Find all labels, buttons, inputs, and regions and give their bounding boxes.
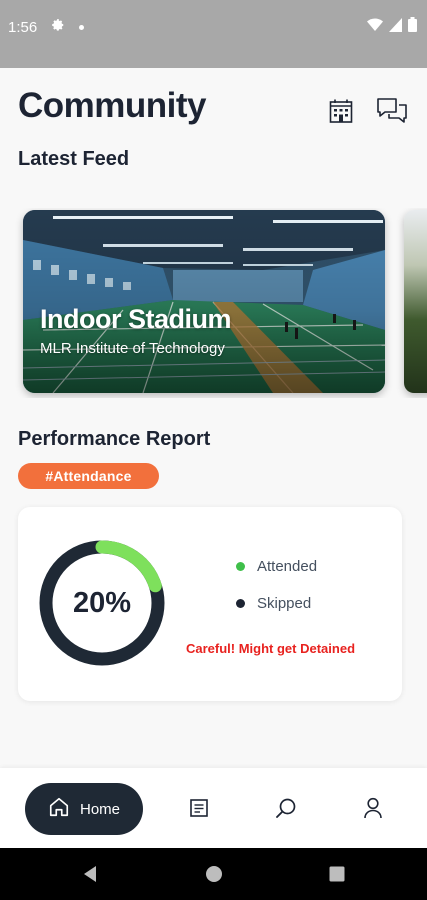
attendance-percent: 20% (72, 586, 132, 619)
latest-feed-heading: Latest Feed (18, 148, 130, 170)
nav-home-label: Home (79, 800, 120, 818)
wifi-icon (367, 18, 383, 37)
home-icon (48, 796, 70, 822)
feed-carousel[interactable]: Indoor Stadium MLR Institute of Technolo… (0, 208, 427, 398)
signal-icon (389, 17, 402, 37)
status-right (367, 17, 417, 37)
legend-skipped-label: Skipped (257, 595, 312, 612)
battery-icon (408, 17, 417, 37)
bottom-navigation: Home (0, 768, 427, 848)
legend-skipped: Skipped (236, 595, 311, 612)
status-left: 1:56 (8, 18, 85, 36)
community-screen: Community Latest Feed Indoor Stadium MLR… (0, 68, 427, 768)
chat-icon[interactable] (375, 94, 409, 128)
stadium-photo (23, 210, 385, 393)
performance-report-card: 20% Attended Skipped Careful! Might get … (18, 507, 402, 701)
skipped-dot-icon (236, 599, 245, 608)
performance-report-heading: Performance Report (18, 428, 211, 450)
feed-card-title: Indoor Stadium (40, 304, 232, 334)
nav-notes-icon[interactable] (186, 795, 212, 821)
notification-dot-icon (79, 24, 85, 30)
feed-card-next[interactable] (404, 210, 427, 393)
system-navigation-bar (0, 848, 427, 900)
feed-card-subtitle: MLR Institute of Technology (40, 340, 225, 357)
home-circle-icon[interactable] (204, 864, 224, 884)
calendar-building-icon[interactable] (324, 94, 358, 128)
legend-attended: Attended (236, 558, 317, 575)
page-title: Community (18, 86, 207, 125)
nav-home-button[interactable]: Home (25, 783, 143, 835)
attended-dot-icon (236, 562, 245, 571)
legend-attended-label: Attended (257, 558, 318, 575)
settings-icon (51, 18, 65, 36)
feed-card[interactable]: Indoor Stadium MLR Institute of Technolo… (23, 210, 385, 393)
attendance-tag[interactable]: #Attendance (18, 463, 159, 489)
recents-icon[interactable] (327, 864, 347, 884)
status-bar: 1:56 (0, 0, 427, 68)
status-time: 1:56 (8, 18, 38, 36)
detention-warning: Careful! Might get Detained (186, 641, 356, 656)
back-icon[interactable] (80, 864, 100, 884)
nav-search-icon[interactable] (273, 795, 299, 821)
nav-profile-icon[interactable] (360, 795, 386, 821)
